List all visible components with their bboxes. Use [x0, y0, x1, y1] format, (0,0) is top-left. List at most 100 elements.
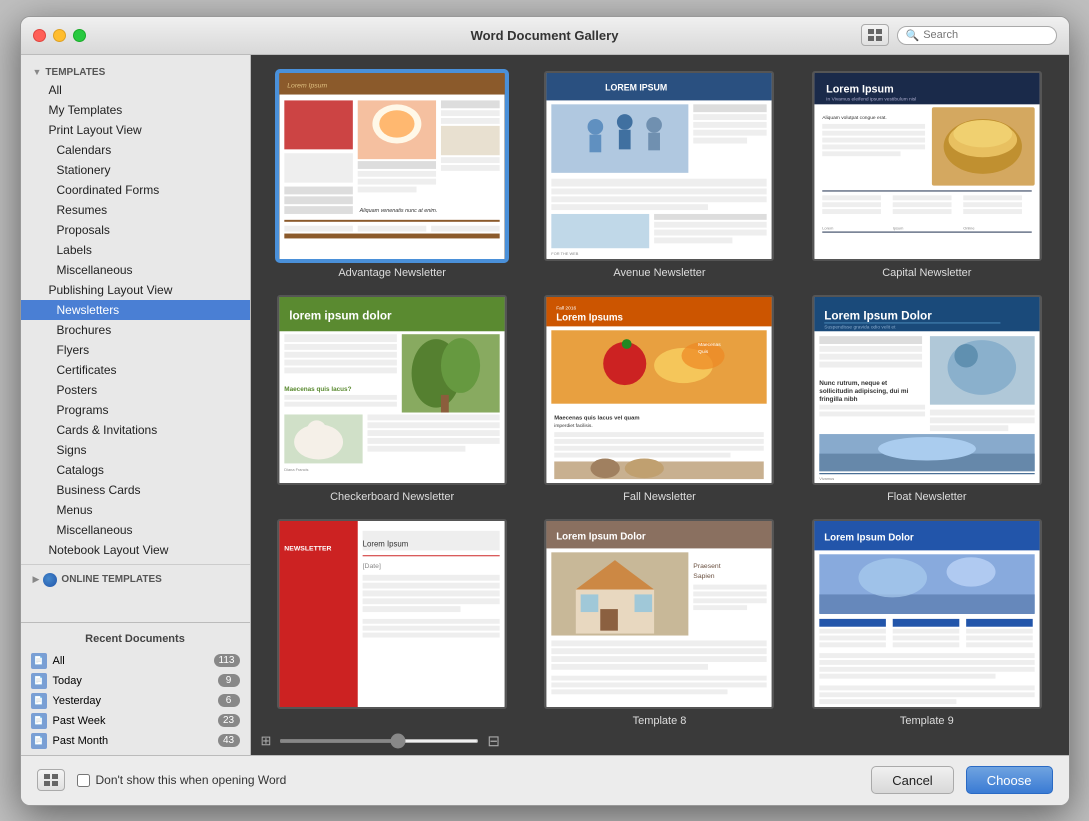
sidebar: ▼ TEMPLATES All My Templates Print Layou… [21, 55, 251, 755]
svg-text:Diana Francis: Diana Francis [284, 467, 308, 472]
recent-item-yesterday[interactable]: 📄 Yesterday 6 [21, 691, 250, 711]
dont-show-checkbox[interactable] [77, 774, 90, 787]
gallery-item-advantage[interactable]: Lorem Ipsum [267, 71, 518, 279]
recent-label-yesterday: Yesterday [53, 695, 218, 707]
cancel-button[interactable]: Cancel [871, 766, 953, 794]
sidebar-item-labels[interactable]: Labels [21, 240, 250, 260]
svg-text:Nunc rutrum, neque et: Nunc rutrum, neque et [819, 380, 888, 387]
sidebar-item-flyers[interactable]: Flyers [21, 340, 250, 360]
recent-icon-today: 📄 [31, 673, 47, 689]
zoom-slider[interactable] [279, 739, 479, 743]
svg-text:Lorem Ipsums: Lorem Ipsums [557, 312, 624, 323]
recent-item-past-month[interactable]: 📄 Past Month 43 [21, 731, 250, 751]
sidebar-item-notebook-layout-view[interactable]: Notebook Layout View [21, 540, 250, 560]
online-templates-section[interactable]: ▶ ONLINE TEMPLATES [21, 569, 250, 591]
recent-label-today: Today [53, 675, 218, 687]
gallery-item-9[interactable]: Lorem Ipsum Dolor [801, 519, 1052, 727]
svg-text:Lorem Ipsum: Lorem Ipsum [826, 83, 894, 95]
recent-documents-header: Recent Documents [21, 631, 250, 651]
gallery-label-9: Template 9 [900, 715, 954, 727]
sidebar-divider-1 [21, 564, 250, 565]
svg-text:FOR THE WEB: FOR THE WEB [552, 251, 579, 256]
recent-icon-all: 📄 [31, 653, 47, 669]
minimize-button[interactable] [53, 29, 66, 42]
recent-count-yesterday: 6 [218, 694, 240, 707]
gallery-label-advantage: Advantage Newsletter [338, 267, 446, 279]
svg-text:Quis: Quis [699, 348, 710, 354]
gallery-item-avenue[interactable]: LOREM IPSUM [534, 71, 785, 279]
close-button[interactable] [33, 29, 46, 42]
sidebar-item-print-layout-view[interactable]: Print Layout View [21, 120, 250, 140]
svg-text:Maecenas quis lacus vel quam: Maecenas quis lacus vel quam [555, 415, 640, 421]
sidebar-item-programs[interactable]: Programs [21, 400, 250, 420]
svg-text:Sapien: Sapien [694, 572, 716, 579]
gallery-label-8: Template 8 [633, 715, 687, 727]
gallery-item-fall[interactable]: Fall 2016 Lorem Ipsums Maecenas Q [534, 295, 785, 503]
dont-show-checkbox-label[interactable]: Don't show this when opening Word [77, 773, 287, 787]
gallery-item-8[interactable]: Lorem Ipsum Dolor Praesent [534, 519, 785, 727]
recent-count-past-week: 23 [218, 714, 240, 727]
sidebar-item-misc-2[interactable]: Miscellaneous [21, 520, 250, 540]
view-icon[interactable]: ⊞ [261, 733, 272, 749]
sidebar-item-menus[interactable]: Menus [21, 500, 250, 520]
sidebar-item-newsletters[interactable]: Newsletters [21, 300, 250, 320]
sidebar-item-resumes[interactable]: Resumes [21, 200, 250, 220]
choose-button[interactable]: Choose [966, 766, 1053, 794]
sidebar-item-signs[interactable]: Signs [21, 440, 250, 460]
sidebar-item-calendars[interactable]: Calendars [21, 140, 250, 160]
online-chevron: ▶ [33, 574, 40, 585]
gallery-area[interactable]: Lorem Ipsum [251, 55, 1069, 727]
sidebar-item-brochures[interactable]: Brochures [21, 320, 250, 340]
svg-text:Online: Online [963, 225, 974, 230]
sidebar-item-proposals[interactable]: Proposals [21, 220, 250, 240]
search-input[interactable] [923, 29, 1053, 41]
sidebar-item-cards-invitations[interactable]: Cards & Invitations [21, 420, 250, 440]
search-box[interactable]: 🔍 [897, 26, 1057, 45]
gallery-item-capital[interactable]: Lorem Ipsum In Vivamus eleifend ipsum ve… [801, 71, 1052, 279]
recent-icon-yesterday: 📄 [31, 693, 47, 709]
sidebar-item-posters[interactable]: Posters [21, 380, 250, 400]
gallery-item-7[interactable]: Lorem Ipsum [Date] [267, 519, 518, 727]
svg-text:lorem ipsum dolor: lorem ipsum dolor [289, 309, 392, 322]
svg-text:Vivamus: Vivamus [819, 476, 834, 481]
gallery-grid: Lorem Ipsum [267, 71, 1053, 727]
svg-text:Praesent: Praesent [694, 562, 721, 569]
view-large-icon[interactable]: ⊟ [487, 732, 500, 750]
recent-count-all: 113 [214, 654, 240, 667]
window-title: Word Document Gallery [471, 28, 619, 43]
sidebar-item-misc-1[interactable]: Miscellaneous [21, 260, 250, 280]
sidebar-item-my-templates[interactable]: My Templates [21, 100, 250, 120]
maximize-button[interactable] [73, 29, 86, 42]
sidebar-item-certificates[interactable]: Certificates [21, 360, 250, 380]
recent-label-past-month: Past Month [53, 735, 218, 747]
svg-text:Lorem Ipsum: Lorem Ipsum [363, 539, 409, 548]
online-globe-icon [43, 573, 57, 587]
svg-text:imperdiet facilisis.: imperdiet facilisis. [555, 423, 593, 429]
titlebar-controls: 🔍 [861, 24, 1057, 46]
svg-text:[Date]: [Date] [363, 562, 381, 569]
recent-item-all[interactable]: 📄 All 113 [21, 651, 250, 671]
sidebar-item-catalogs[interactable]: Catalogs [21, 460, 250, 480]
main-content: Lorem Ipsum [251, 55, 1069, 755]
bottom-view-button[interactable] [37, 769, 65, 791]
recent-item-today[interactable]: 📄 Today 9 [21, 671, 250, 691]
sidebar-item-business-cards[interactable]: Business Cards [21, 480, 250, 500]
recent-label-all: All [53, 655, 214, 667]
recent-count-past-month: 43 [218, 734, 240, 747]
sidebar-item-stationery[interactable]: Stationery [21, 160, 250, 180]
gallery-item-float[interactable]: Lorem Ipsum Dolor Suspendisse gravida od… [801, 295, 1052, 503]
svg-text:NEWSLETTER: NEWSLETTER [284, 545, 331, 552]
content-area: ▼ TEMPLATES All My Templates Print Layou… [21, 55, 1069, 755]
traffic-lights [33, 29, 86, 42]
sidebar-item-all[interactable]: All [21, 80, 250, 100]
recent-item-past-week[interactable]: 📄 Past Week 23 [21, 711, 250, 731]
view-toggle-button[interactable] [861, 24, 889, 46]
svg-text:Ipsum: Ipsum [893, 225, 904, 230]
svg-text:In Vivamus eleifend ipsum vest: In Vivamus eleifend ipsum vestibulum nis… [826, 96, 916, 102]
word-document-gallery-window: Word Document Gallery 🔍 ▼ [20, 16, 1070, 806]
gallery-label-checkerboard: Checkerboard Newsletter [330, 491, 454, 503]
sidebar-item-publishing-layout-view[interactable]: Publishing Layout View [21, 280, 250, 300]
gallery-item-checkerboard[interactable]: lorem ipsum dolor [267, 295, 518, 503]
sidebar-item-coordinated-forms[interactable]: Coordinated Forms [21, 180, 250, 200]
svg-text:Lorem Ipsum Dolor: Lorem Ipsum Dolor [557, 531, 647, 542]
